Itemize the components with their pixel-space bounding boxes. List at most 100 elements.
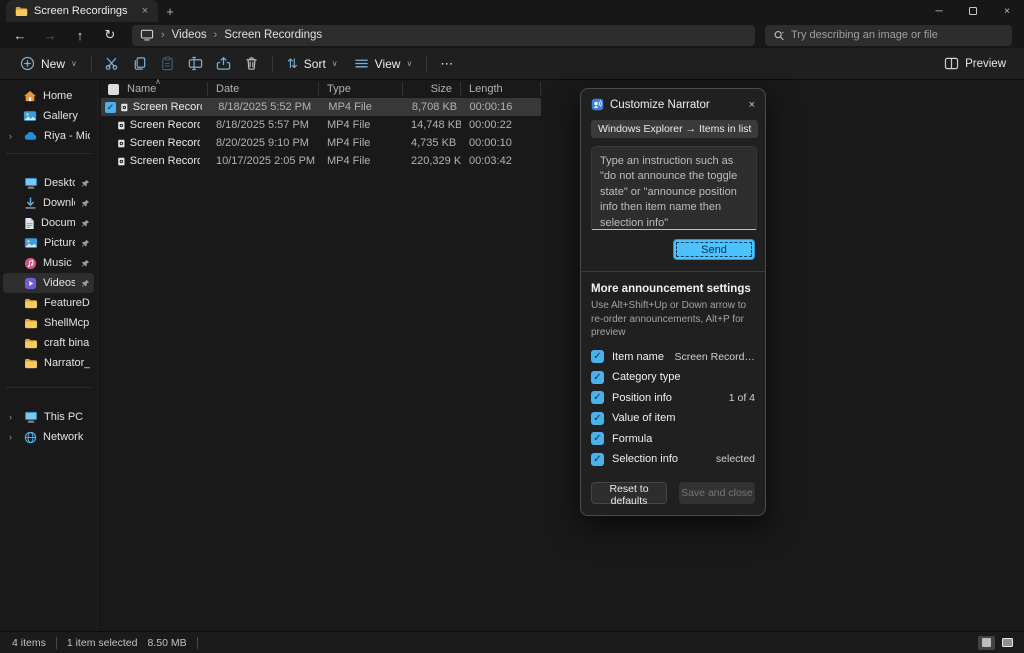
column-header-name[interactable]: Name — [98, 82, 208, 96]
refresh-button[interactable]: ↻ — [96, 24, 124, 46]
save-and-close-button[interactable]: Save and close — [679, 482, 755, 504]
file-explorer-window: Screen Recordings × + ─ × ← → ↑ ↻ › Vide… — [0, 0, 1024, 653]
new-button[interactable]: New ∨ — [12, 52, 85, 76]
sidebar-folder-narrator-arm[interactable]: Narrator_ARM_2811 — [3, 353, 94, 373]
more-options-button[interactable]: ⋯ — [433, 52, 461, 76]
checkbox-checked[interactable]: ✓ — [591, 453, 604, 466]
checkbox-checked[interactable]: ✓ — [591, 412, 604, 425]
copy-button[interactable] — [126, 52, 154, 76]
preview-button[interactable]: Preview — [938, 57, 1012, 70]
breadcrumb-item-screen-recordings[interactable]: Screen Recordings — [224, 29, 322, 41]
sidebar-item-home[interactable]: Home — [3, 86, 94, 106]
media-file-icon — [118, 119, 125, 132]
delete-button[interactable] — [238, 52, 266, 76]
chevron-right-icon[interactable]: › — [9, 432, 18, 442]
details-view-toggle[interactable] — [978, 636, 995, 650]
toolbar-divider — [426, 56, 427, 72]
sidebar-item-downloads[interactable]: Downloads — [3, 193, 94, 213]
check-value: 1 of 4 — [729, 392, 755, 404]
send-button[interactable]: Send — [673, 239, 755, 260]
instruction-input[interactable] — [591, 146, 757, 230]
sidebar-item-desktop[interactable]: Desktop — [3, 173, 94, 193]
minimize-button[interactable]: ─ — [922, 0, 956, 22]
checkbox-checked[interactable]: ✓ — [591, 391, 604, 404]
reset-to-defaults-button[interactable]: Reset to defaults — [591, 482, 667, 504]
file-row[interactable]: Screen Recording 20… 8/20/2025 9:10 PM M… — [98, 134, 1024, 152]
sidebar-item-onedrive[interactable]: › Riya - Microsoft — [3, 126, 94, 146]
tab-close-icon[interactable]: × — [138, 5, 152, 17]
file-name: Screen Recording 20… — [133, 101, 203, 113]
row-checkbox[interactable] — [102, 156, 113, 167]
file-name: Screen Recording 20… — [130, 119, 200, 131]
chevron-right-icon[interactable]: › — [9, 131, 18, 141]
check-row-category-type[interactable]: ✓ Category type — [591, 367, 755, 388]
file-row[interactable]: Screen Recording 20… 10/17/2025 2:05 PM … — [98, 152, 1024, 170]
cut-button[interactable] — [98, 52, 126, 76]
paste-button[interactable] — [154, 52, 182, 76]
breadcrumb-item-videos[interactable]: Videos — [172, 29, 207, 41]
file-list-area: ∧ Name Date Type Size Length ✓ Screen Re… — [97, 80, 1024, 631]
sidebar-item-pictures[interactable]: Pictures — [3, 233, 94, 253]
close-button[interactable]: × — [990, 0, 1024, 22]
file-row[interactable]: Screen Recording 20… 8/18/2025 5:57 PM M… — [98, 116, 1024, 134]
sidebar-item-network[interactable]: › Network — [3, 427, 94, 447]
file-length: 00:03:42 — [461, 155, 541, 167]
sidebar-item-label: ShellMcpServers — [44, 317, 90, 329]
check-row-position-info[interactable]: ✓ Position info 1 of 4 — [591, 388, 755, 409]
column-header-type[interactable]: Type — [319, 82, 403, 96]
sort-button[interactable]: ⇅ Sort ∨ — [279, 52, 346, 76]
share-button[interactable] — [210, 52, 238, 76]
checkbox-checked[interactable]: ✓ — [591, 350, 604, 363]
sidebar-item-this-pc[interactable]: › This PC — [3, 407, 94, 427]
up-button[interactable]: ↑ — [66, 24, 94, 46]
sidebar-item-music[interactable]: Music — [3, 253, 94, 273]
check-row-item-name[interactable]: ✓ Item name Screen Record… — [591, 347, 755, 368]
search-input[interactable] — [791, 29, 1004, 41]
sidebar-item-gallery[interactable]: Gallery — [3, 106, 94, 126]
sidebar-item-videos[interactable]: Videos — [3, 273, 94, 293]
select-all-checkbox[interactable] — [108, 84, 119, 95]
chevron-right-icon: › — [214, 29, 218, 41]
pin-icon — [81, 239, 90, 248]
file-type: MP4 File — [319, 119, 403, 131]
explorer-tab[interactable]: Screen Recordings × — [6, 0, 158, 22]
check-row-formula[interactable]: ✓ Formula — [591, 429, 755, 450]
sidebar-folder-featurediscoverability[interactable]: FeatureDiscoverabil — [3, 293, 94, 313]
videos-icon — [24, 277, 37, 290]
sidebar-item-documents[interactable]: Documents — [3, 213, 94, 233]
sidebar-folder-shellmcpservers[interactable]: ShellMcpServers — [3, 313, 94, 333]
chevron-down-icon: ∨ — [332, 59, 338, 68]
file-row[interactable]: ✓ Screen Recording 20… 8/18/2025 5:52 PM… — [101, 98, 541, 116]
column-label: Type — [327, 83, 351, 95]
breadcrumb[interactable]: › Videos › Screen Recordings — [132, 25, 755, 46]
column-header-length[interactable]: Length — [461, 82, 541, 96]
toolbar-divider — [91, 56, 92, 72]
thumbnails-view-toggle[interactable] — [999, 636, 1016, 650]
view-button[interactable]: View ∨ — [346, 52, 421, 76]
check-row-value-of-item[interactable]: ✓ Value of item — [591, 408, 755, 429]
search-box[interactable] — [765, 25, 1012, 46]
file-type: MP4 File — [320, 101, 403, 113]
home-icon — [23, 90, 37, 102]
new-tab-button[interactable]: + — [158, 0, 182, 22]
thumbnails-view-icon — [1002, 638, 1013, 647]
media-file-icon — [121, 101, 128, 114]
rename-button[interactable] — [182, 52, 210, 76]
row-checkbox[interactable] — [102, 138, 113, 149]
narrator-icon — [591, 98, 604, 111]
chevron-down-icon: ∨ — [71, 59, 77, 68]
sidebar-folder-craft-binaries[interactable]: craft binaries — [3, 333, 94, 353]
checkbox-checked[interactable]: ✓ — [591, 371, 604, 384]
column-header-size[interactable]: Size — [403, 82, 461, 96]
chevron-right-icon[interactable]: › — [9, 412, 18, 422]
forward-button[interactable]: → — [36, 24, 64, 46]
column-header-date[interactable]: Date — [208, 82, 319, 96]
file-name: Screen Recording 20… — [130, 155, 200, 167]
row-checkbox[interactable] — [102, 120, 113, 131]
checkbox-checked[interactable]: ✓ — [591, 432, 604, 445]
dialog-close-icon[interactable]: × — [749, 99, 755, 111]
maximize-button[interactable] — [956, 0, 990, 22]
back-button[interactable]: ← — [6, 24, 34, 46]
row-checkbox-checked[interactable]: ✓ — [105, 102, 116, 113]
check-row-selection-info[interactable]: ✓ Selection info selected — [591, 449, 755, 470]
